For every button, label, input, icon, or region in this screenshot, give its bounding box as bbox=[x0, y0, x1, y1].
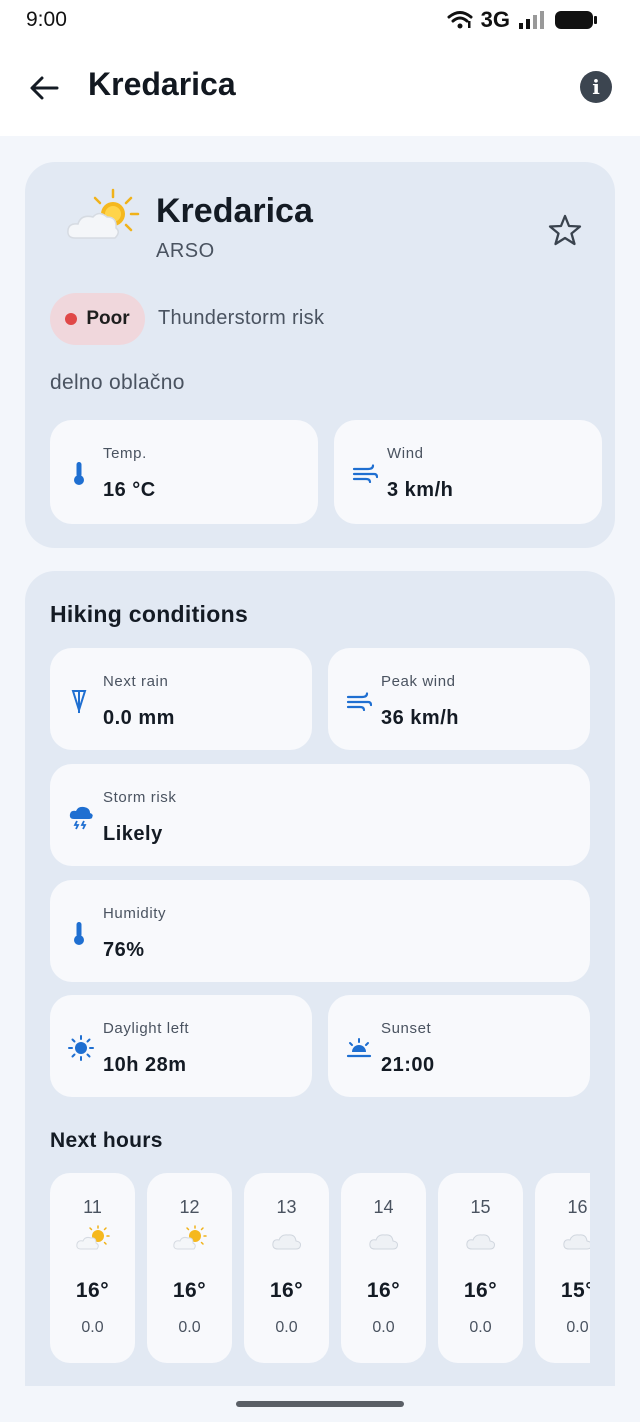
tile-value: 10h 28m bbox=[103, 1054, 187, 1076]
tile-label: Peak wind bbox=[381, 673, 456, 690]
peak-wind-tile: Peak wind 36 km/h bbox=[328, 648, 590, 750]
partly-sunny-icon bbox=[67, 188, 140, 239]
hour-rain: 0.0 bbox=[81, 1319, 104, 1336]
info-icon: i bbox=[592, 75, 600, 99]
favorite-button[interactable] bbox=[547, 212, 583, 248]
hour-rain: 0.0 bbox=[566, 1319, 589, 1336]
content-area: Kredarica ARSO Poor Thunderstorm risk de… bbox=[0, 136, 640, 1386]
sunset-tile: Sunset 21:00 bbox=[328, 995, 590, 1097]
tile-value: 3 km/h bbox=[387, 479, 454, 501]
cloud-icon bbox=[369, 1234, 398, 1250]
wind-tile: Wind 3 km/h bbox=[334, 420, 602, 524]
weather-condition: delno oblačno bbox=[50, 371, 185, 394]
thunderstorm-icon bbox=[68, 804, 94, 830]
tile-label: Temp. bbox=[103, 445, 147, 462]
page-title: Kredarica bbox=[88, 66, 236, 102]
rating-label: Poor bbox=[86, 308, 130, 329]
hour-label: 16 bbox=[567, 1197, 588, 1217]
temperature-tile: Temp. 16 °C bbox=[50, 420, 318, 524]
rating-badge: Poor bbox=[50, 293, 145, 345]
hour-temp: 16° bbox=[75, 1279, 110, 1302]
location-card: Kredarica ARSO Poor Thunderstorm risk de… bbox=[25, 162, 615, 548]
tile-value: 76% bbox=[103, 939, 145, 961]
thermometer-icon bbox=[68, 920, 90, 946]
hour-label: 14 bbox=[373, 1197, 394, 1217]
risk-text: Thunderstorm risk bbox=[158, 307, 325, 329]
wifi-icon bbox=[447, 11, 473, 29]
wind-icon bbox=[352, 460, 378, 486]
hour-rain: 0.0 bbox=[275, 1319, 298, 1336]
storm-risk-tile: Storm risk Likely bbox=[50, 764, 590, 866]
arrow-left-icon bbox=[30, 76, 59, 100]
section-title: Hiking conditions bbox=[50, 601, 249, 627]
hour-temp: 16° bbox=[463, 1279, 498, 1302]
tile-value: 0.0 mm bbox=[103, 707, 175, 729]
sunset-icon bbox=[346, 1035, 372, 1061]
hour-card: 12 16° 0.0 bbox=[147, 1173, 232, 1363]
hour-rain: 0.0 bbox=[178, 1319, 201, 1336]
hourly-forecast-list[interactable]: 11 16° 0.0 12 16° 0.0 13 16° 0.0 14 16° bbox=[50, 1173, 590, 1363]
hour-card: 13 16° 0.0 bbox=[244, 1173, 329, 1363]
app-bar: Kredarica i bbox=[0, 40, 640, 136]
tile-label: Daylight left bbox=[103, 1020, 190, 1037]
signal-icon bbox=[519, 11, 544, 29]
hour-temp: 15° bbox=[560, 1279, 590, 1302]
hour-card: 16 15° 0.0 bbox=[535, 1173, 590, 1363]
next-hours-title: Next hours bbox=[50, 1129, 163, 1152]
star-outline-icon bbox=[548, 214, 582, 246]
partly-sunny-icon bbox=[173, 1225, 207, 1250]
daylight-tile: Daylight left 10h 28m bbox=[50, 995, 312, 1097]
location-name: Kredarica bbox=[156, 192, 313, 230]
hour-label: 15 bbox=[470, 1197, 491, 1217]
tile-value: Likely bbox=[103, 823, 163, 845]
info-button[interactable]: i bbox=[580, 71, 612, 103]
tile-label: Humidity bbox=[103, 905, 167, 922]
status-time: 9:00 bbox=[26, 8, 67, 31]
hour-card: 11 16° 0.0 bbox=[50, 1173, 135, 1363]
rating-dot bbox=[65, 313, 78, 325]
hour-rain: 0.0 bbox=[469, 1319, 492, 1336]
location-source: ARSO bbox=[156, 240, 215, 262]
hour-label: 13 bbox=[276, 1197, 297, 1217]
status-bar: 9:00 3G bbox=[0, 0, 640, 40]
tile-label: Storm risk bbox=[103, 789, 177, 806]
hour-temp: 16° bbox=[366, 1279, 401, 1302]
hiking-conditions-card: Hiking conditions Next rain 0.0 mm Peak … bbox=[25, 571, 615, 1386]
cloud-icon bbox=[272, 1234, 301, 1250]
tile-value: 21:00 bbox=[381, 1054, 435, 1076]
umbrella-icon bbox=[68, 688, 90, 714]
tile-label: Sunset bbox=[381, 1020, 432, 1037]
sun-icon bbox=[68, 1035, 94, 1061]
thermometer-icon bbox=[68, 460, 90, 486]
network-type: 3G bbox=[480, 7, 510, 32]
gesture-nav-handle[interactable] bbox=[236, 1401, 404, 1407]
humidity-tile: Humidity 76% bbox=[50, 880, 590, 982]
wind-icon bbox=[346, 688, 372, 714]
tile-value: 16 °C bbox=[103, 479, 156, 501]
cloud-icon bbox=[563, 1234, 590, 1250]
hour-rain: 0.0 bbox=[372, 1319, 395, 1336]
cloud-icon bbox=[466, 1234, 495, 1250]
hour-label: 11 bbox=[83, 1197, 102, 1217]
next-rain-tile: Next rain 0.0 mm bbox=[50, 648, 312, 750]
battery-icon bbox=[555, 11, 597, 29]
hour-card: 15 16° 0.0 bbox=[438, 1173, 523, 1363]
tile-label: Next rain bbox=[103, 673, 169, 690]
hour-temp: 16° bbox=[172, 1279, 207, 1302]
partly-sunny-icon bbox=[76, 1225, 110, 1250]
hour-temp: 16° bbox=[269, 1279, 304, 1302]
tile-label: Wind bbox=[387, 445, 424, 462]
hour-card: 14 16° 0.0 bbox=[341, 1173, 426, 1363]
hour-label: 12 bbox=[179, 1197, 200, 1217]
tile-value: 36 km/h bbox=[381, 707, 459, 729]
back-button[interactable] bbox=[28, 72, 60, 104]
status-icons: 3G bbox=[447, 7, 598, 33]
